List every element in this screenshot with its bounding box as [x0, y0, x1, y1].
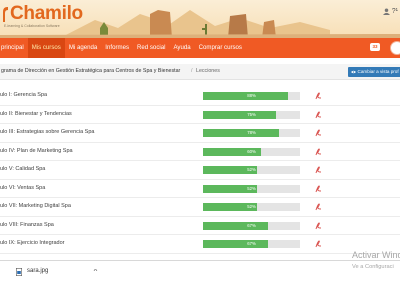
logo-mark-icon [3, 6, 8, 22]
lesson-link[interactable]: ulo IV: Plan de Marketing Spa [0, 148, 73, 154]
pdf-icon[interactable] [315, 166, 322, 174]
progress-bar: 52% [203, 166, 300, 174]
progress-bar: 52% [203, 184, 300, 193]
progress-label: 88% [247, 93, 256, 98]
header-banner: Chamilo E-learning & Collaboration Softw… [0, 0, 400, 38]
lesson-link[interactable]: ulo II: Bienestar y Tendencias [0, 111, 72, 117]
lesson-link[interactable]: ulo V: Calidad Spa [0, 166, 45, 172]
list-item: ulo I: Gerencia Spa 88% [0, 87, 400, 106]
nav-item-social-network[interactable]: Red social [133, 38, 169, 58]
main-navbar: principal Mis cursos Mi agenda Informes … [0, 38, 400, 58]
switch-to-teacher-view-button[interactable]: Cambiar a vista prof [348, 67, 400, 77]
logo-subtext: E-learning & Collaboration Software [4, 24, 60, 28]
user-label: ?¹ [391, 8, 398, 15]
pdf-icon[interactable] [315, 129, 322, 137]
progress-label: 52% [247, 167, 256, 172]
pdf-icon[interactable] [315, 110, 322, 119]
list-item: ulo VII: Marketing Digital Spa 52% [0, 198, 400, 217]
avatar[interactable] [390, 41, 400, 55]
nav-item-help[interactable]: Ayuda [169, 38, 194, 58]
user-icon [382, 8, 390, 15]
breadcrumb-separator: / [191, 68, 193, 74]
nav-item-buy-courses[interactable]: Comprar cursos [195, 38, 246, 58]
notification-badge[interactable]: 33 [370, 43, 380, 51]
chamilo-logo[interactable]: Chamilo [1, 4, 83, 23]
list-item: ulo IV: Plan de Marketing Spa 60% [0, 143, 400, 161]
progress-label: 67% [247, 241, 256, 246]
pdf-icon[interactable] [315, 240, 322, 248]
breadcrumb-current: Lecciones [196, 68, 220, 74]
lesson-link[interactable]: ulo IX: Ejercicio Integrador [0, 240, 65, 246]
pdf-icon[interactable] [315, 184, 322, 193]
lesson-link[interactable]: ulo VI: Ventas Spa [0, 185, 45, 191]
progress-bar: 67% [203, 240, 300, 248]
list-item: ulo VIII: Finanzas Spa 67% [0, 217, 400, 235]
switch-view-label: Cambiar a vista prof [357, 69, 399, 74]
breadcrumb-course-link[interactable]: grama de Dirección en Gestión Estratégic… [1, 68, 180, 74]
logo-text: Chamilo [10, 3, 83, 24]
progress-label: 75% [247, 111, 256, 117]
progress-label: 60% [247, 148, 256, 154]
nav-item-home[interactable]: principal [0, 38, 28, 58]
lesson-link[interactable]: ulo VII: Marketing Digital Spa [0, 203, 71, 209]
nav-item-agenda[interactable]: Mi agenda [65, 38, 101, 58]
nav-item-reports[interactable]: Informes [101, 38, 133, 58]
image-file-icon [16, 268, 22, 276]
lesson-link[interactable]: ulo I: Gerencia Spa [0, 92, 47, 98]
progress-label: 52% [247, 204, 256, 209]
progress-bar: 88% [203, 92, 300, 100]
download-bar [0, 260, 400, 284]
progress-bar: 78% [203, 129, 300, 137]
page: Chamilo E-learning & Collaboration Softw… [0, 0, 400, 284]
progress-label: 52% [247, 185, 256, 191]
activation-watermark-subtitle: Ve a Configuraci [352, 264, 394, 270]
eye-icon [351, 70, 356, 74]
pdf-icon[interactable] [315, 147, 322, 156]
list-item: ulo IX: Ejercicio Integrador 67% [0, 235, 400, 254]
activation-watermark-title: Activar Wind [352, 250, 400, 260]
pdf-icon[interactable] [315, 92, 322, 100]
progress-bar: 52% [203, 203, 300, 211]
download-filename[interactable]: sara.jpg [27, 268, 48, 274]
user-menu[interactable]: ?¹ [382, 8, 398, 15]
pdf-icon[interactable] [315, 203, 322, 211]
list-item: ulo V: Calidad Spa 52% [0, 161, 400, 180]
progress-label: 78% [247, 130, 256, 135]
lesson-link[interactable]: ulo VIII: Finanzas Spa [0, 222, 54, 228]
nav-item-my-courses[interactable]: Mis cursos [27, 38, 65, 58]
progress-bar: 75% [203, 110, 300, 119]
progress-label: 67% [247, 222, 256, 228]
progress-bar: 60% [203, 147, 300, 156]
lesson-link[interactable]: ulo III: Estrategias sobre Gerencia Spa [0, 129, 94, 135]
breadcrumb: grama de Dirección en Gestión Estratégic… [0, 64, 400, 80]
list-item: ulo III: Estrategias sobre Gerencia Spa … [0, 124, 400, 143]
chevron-up-icon[interactable]: ^ [94, 269, 98, 275]
list-item: ulo VI: Ventas Spa 52% [0, 180, 400, 198]
list-item: ulo II: Bienestar y Tendencias 75% [0, 106, 400, 124]
progress-bar: 67% [203, 221, 300, 230]
pdf-icon[interactable] [315, 221, 322, 230]
